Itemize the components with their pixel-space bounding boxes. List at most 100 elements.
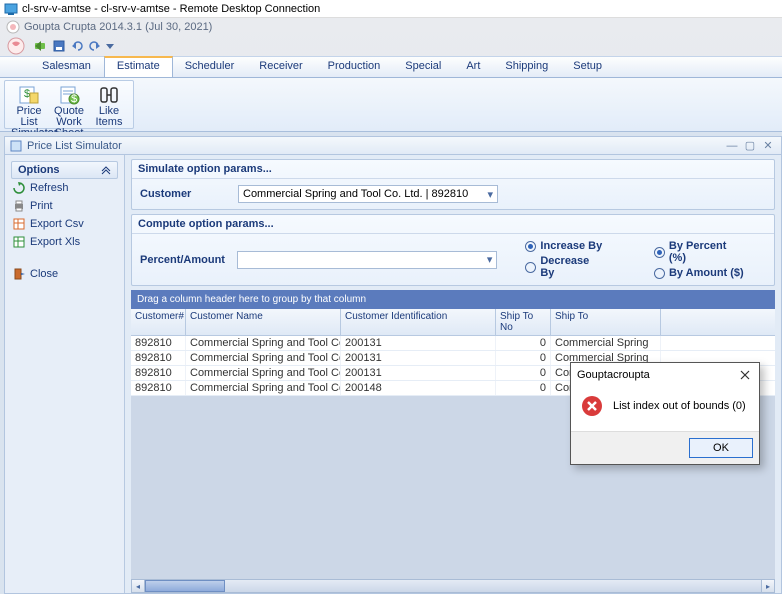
rdp-title-bar: cl-srv-v-amtse - cl-srv-v-amtse - Remote… [0,0,782,18]
cell: 0 [496,366,551,380]
customer-label: Customer [140,188,230,200]
grid-col-ship-to[interactable]: Ship To [551,309,661,335]
option-export-csv[interactable]: Export Csv [11,215,118,233]
error-dialog-title: Gouptacroupta [577,369,650,381]
radio-decrease-by[interactable]: Decrease By [525,255,606,279]
undo-icon[interactable] [70,39,84,53]
redo-icon[interactable] [88,39,102,53]
grid-col-ship-to-no[interactable]: Ship To No [496,309,551,335]
error-message: List index out of bounds (0) [613,400,746,412]
mdi-close-button[interactable]: ✕ [759,139,777,152]
grid-header-row: Customer# Customer Name Customer Identif… [131,309,775,336]
radio-by-percent[interactable]: By Percent (%) [654,240,746,264]
options-header[interactable]: Options [11,161,118,179]
save-icon[interactable] [52,39,66,53]
grid-group-bar[interactable]: Drag a column header here to group by th… [131,290,775,309]
ribbon-btn-label: Like Items [91,106,127,128]
radio-label: Decrease By [540,255,606,279]
option-refresh[interactable]: Refresh [11,179,118,197]
mdi-maximize-button[interactable]: ▢ [741,139,759,152]
cell: Commercial Spring and Tool Co. Ltd. [186,381,341,395]
scroll-track[interactable] [145,579,761,593]
menu-tab-special[interactable]: Special [393,57,454,77]
cell: 200131 [341,351,496,365]
cell: 0 [496,381,551,395]
scroll-left-button[interactable]: ◂ [131,579,145,593]
percent-amount-label: Percent/Amount [140,254,229,266]
grid-col-customer-name[interactable]: Customer Name [186,309,341,335]
option-close[interactable]: Close [11,265,118,283]
cell: 200148 [341,381,496,395]
menu-tab-art[interactable]: Art [454,57,493,77]
app-title-bar: Goupta Crupta 2014.3.1 (Jul 30, 2021) [0,18,782,36]
app-window: Goupta Crupta 2014.3.1 (Jul 30, 2021) Sa… [0,18,782,594]
cell: Commercial Spring and Tool Co. Ltd. [186,351,341,365]
error-dialog-titlebar: Gouptacroupta [571,363,759,387]
percent-amount-group: By Percent (%) By Amount ($) [634,240,766,279]
svg-text:$: $ [24,88,30,100]
radio-icon [654,247,665,258]
simulate-panel: Simulate option params... Customer Comme… [131,159,775,210]
rdp-icon [4,2,18,16]
quote-work-sheet-icon: $ [51,84,87,106]
cell: 892810 [131,366,186,380]
options-sidebar: Options Refresh Print Export Csv Export … [5,155,125,593]
customer-combo-value: Commercial Spring and Tool Co. Ltd. | 89… [243,188,468,200]
compute-panel-header: Compute option params... [132,215,774,234]
option-label: Export Csv [30,218,84,230]
cell: 892810 [131,351,186,365]
price-list-simulator-icon: $ [11,84,47,106]
radio-label: By Percent (%) [669,240,746,264]
customer-combo[interactable]: Commercial Spring and Tool Co. Ltd. | 89… [238,185,498,203]
cell: 0 [496,336,551,350]
nav-back-icon[interactable] [34,39,48,53]
mdi-title-bar: Price List Simulator — ▢ ✕ [5,137,781,155]
menu-tab-scheduler[interactable]: Scheduler [173,57,248,77]
radio-icon [525,241,536,252]
menu-tab-production[interactable]: Production [316,57,394,77]
mdi-minimize-button[interactable]: — [723,140,741,152]
table-row[interactable]: 892810Commercial Spring and Tool Co. Ltd… [131,336,775,351]
cell: Commercial Spring and Tool Co. Ltd. [186,366,341,380]
menu-tab-shipping[interactable]: Shipping [493,57,561,77]
ribbon: $ Price List Simulator $ Quote Work Shee… [0,78,782,132]
error-dialog-ok-button[interactable]: OK [689,438,753,458]
grid-col-customer-identification[interactable]: Customer Identification [341,309,496,335]
chevron-down-icon: ▾ [487,188,493,201]
percent-amount-combo[interactable]: ▾ [237,251,497,269]
scroll-thumb[interactable] [145,580,225,592]
option-export-xls[interactable]: Export Xls [11,233,118,251]
menu-tab-receiver[interactable]: Receiver [247,57,315,77]
simulate-panel-header: Simulate option params... [132,160,774,179]
app-title-text: Goupta Crupta 2014.3.1 (Jul 30, 2021) [24,21,212,33]
radio-label: Increase By [540,240,602,252]
collapse-chevron-icon [101,165,111,175]
mdi-window-icon [9,139,23,153]
scroll-right-button[interactable]: ▸ [761,579,775,593]
like-items-icon [91,84,127,106]
grid-hscroll[interactable]: ◂ ▸ [131,579,775,593]
error-dialog-close-button[interactable] [737,367,753,383]
export-csv-icon [13,218,25,230]
menu-tab-salesman[interactable]: Salesman [30,57,104,77]
radio-increase-by[interactable]: Increase By [525,240,606,252]
menu-tab-setup[interactable]: Setup [561,57,615,77]
app-orb-icon[interactable] [6,37,30,55]
radio-icon [654,268,665,279]
rdp-title: cl-srv-v-amtse - cl-srv-v-amtse - Remote… [22,3,320,15]
radio-label: By Amount ($) [669,267,744,279]
option-print[interactable]: Print [11,197,118,215]
cell: 892810 [131,381,186,395]
cell: 0 [496,351,551,365]
option-label: Close [30,268,58,280]
option-label: Export Xls [30,236,80,248]
error-icon [581,395,603,417]
radio-by-amount[interactable]: By Amount ($) [654,267,746,279]
grid-col-customer-number[interactable]: Customer# [131,309,186,335]
error-dialog: Gouptacroupta List index out of bounds (… [570,362,760,465]
cell: Commercial Spring and Tool Co. Ltd. [186,336,341,350]
options-header-label: Options [18,164,60,176]
menu-tab-estimate[interactable]: Estimate [104,56,173,77]
qa-dropdown-icon[interactable] [106,39,114,53]
print-icon [13,200,25,212]
